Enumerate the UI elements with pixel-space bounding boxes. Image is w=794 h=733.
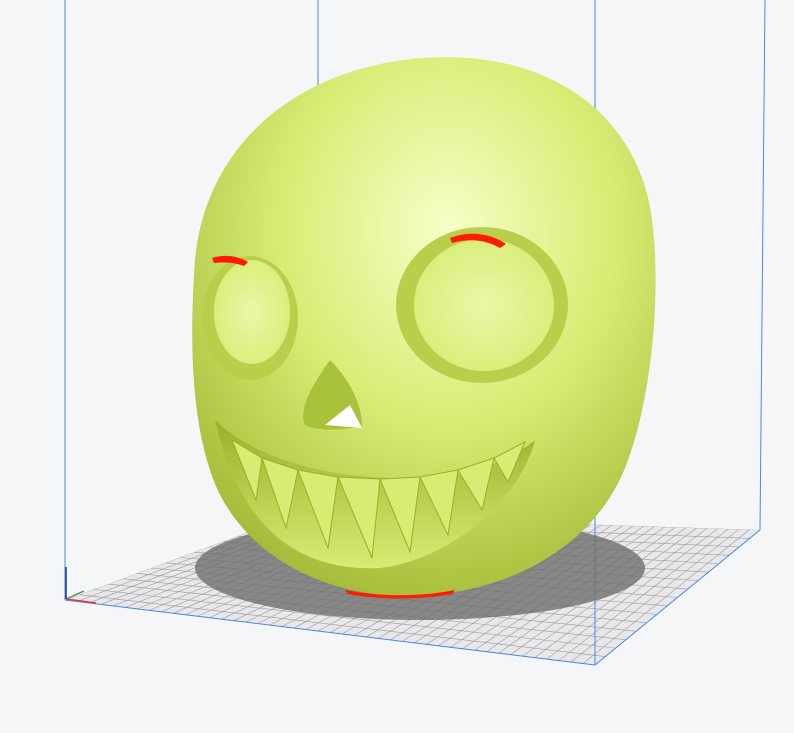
scene-canvas[interactable] <box>0 0 794 733</box>
skull-model[interactable] <box>192 57 656 599</box>
left-eye-socket <box>214 260 290 364</box>
3d-viewport[interactable] <box>0 0 794 733</box>
right-eye-socket <box>414 239 554 371</box>
volume-edge <box>759 0 766 531</box>
